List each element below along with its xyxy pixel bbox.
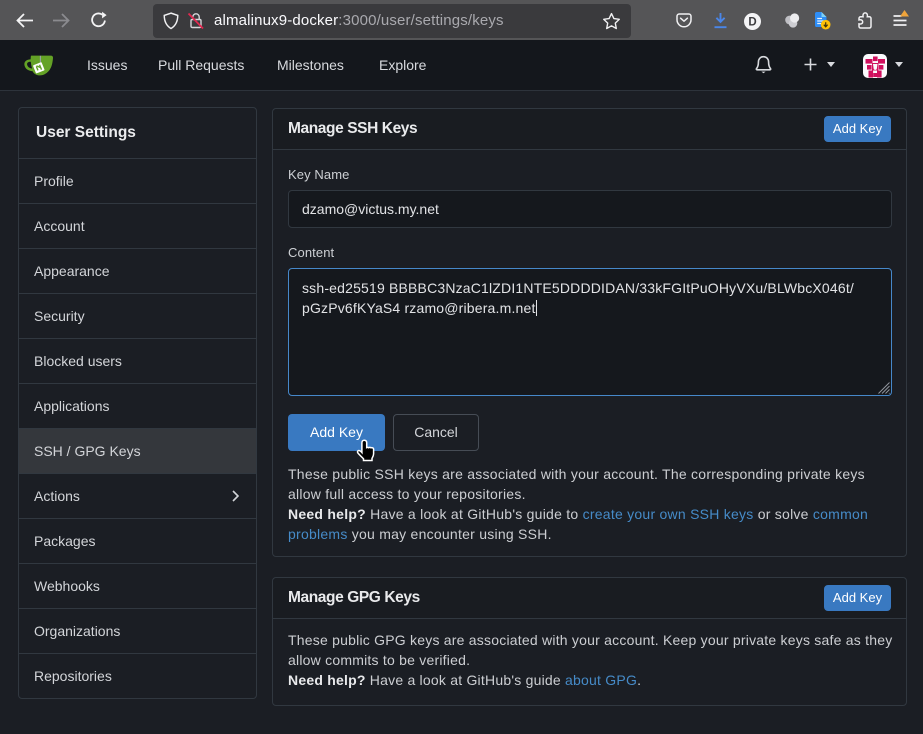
svg-text:D: D (748, 16, 756, 28)
